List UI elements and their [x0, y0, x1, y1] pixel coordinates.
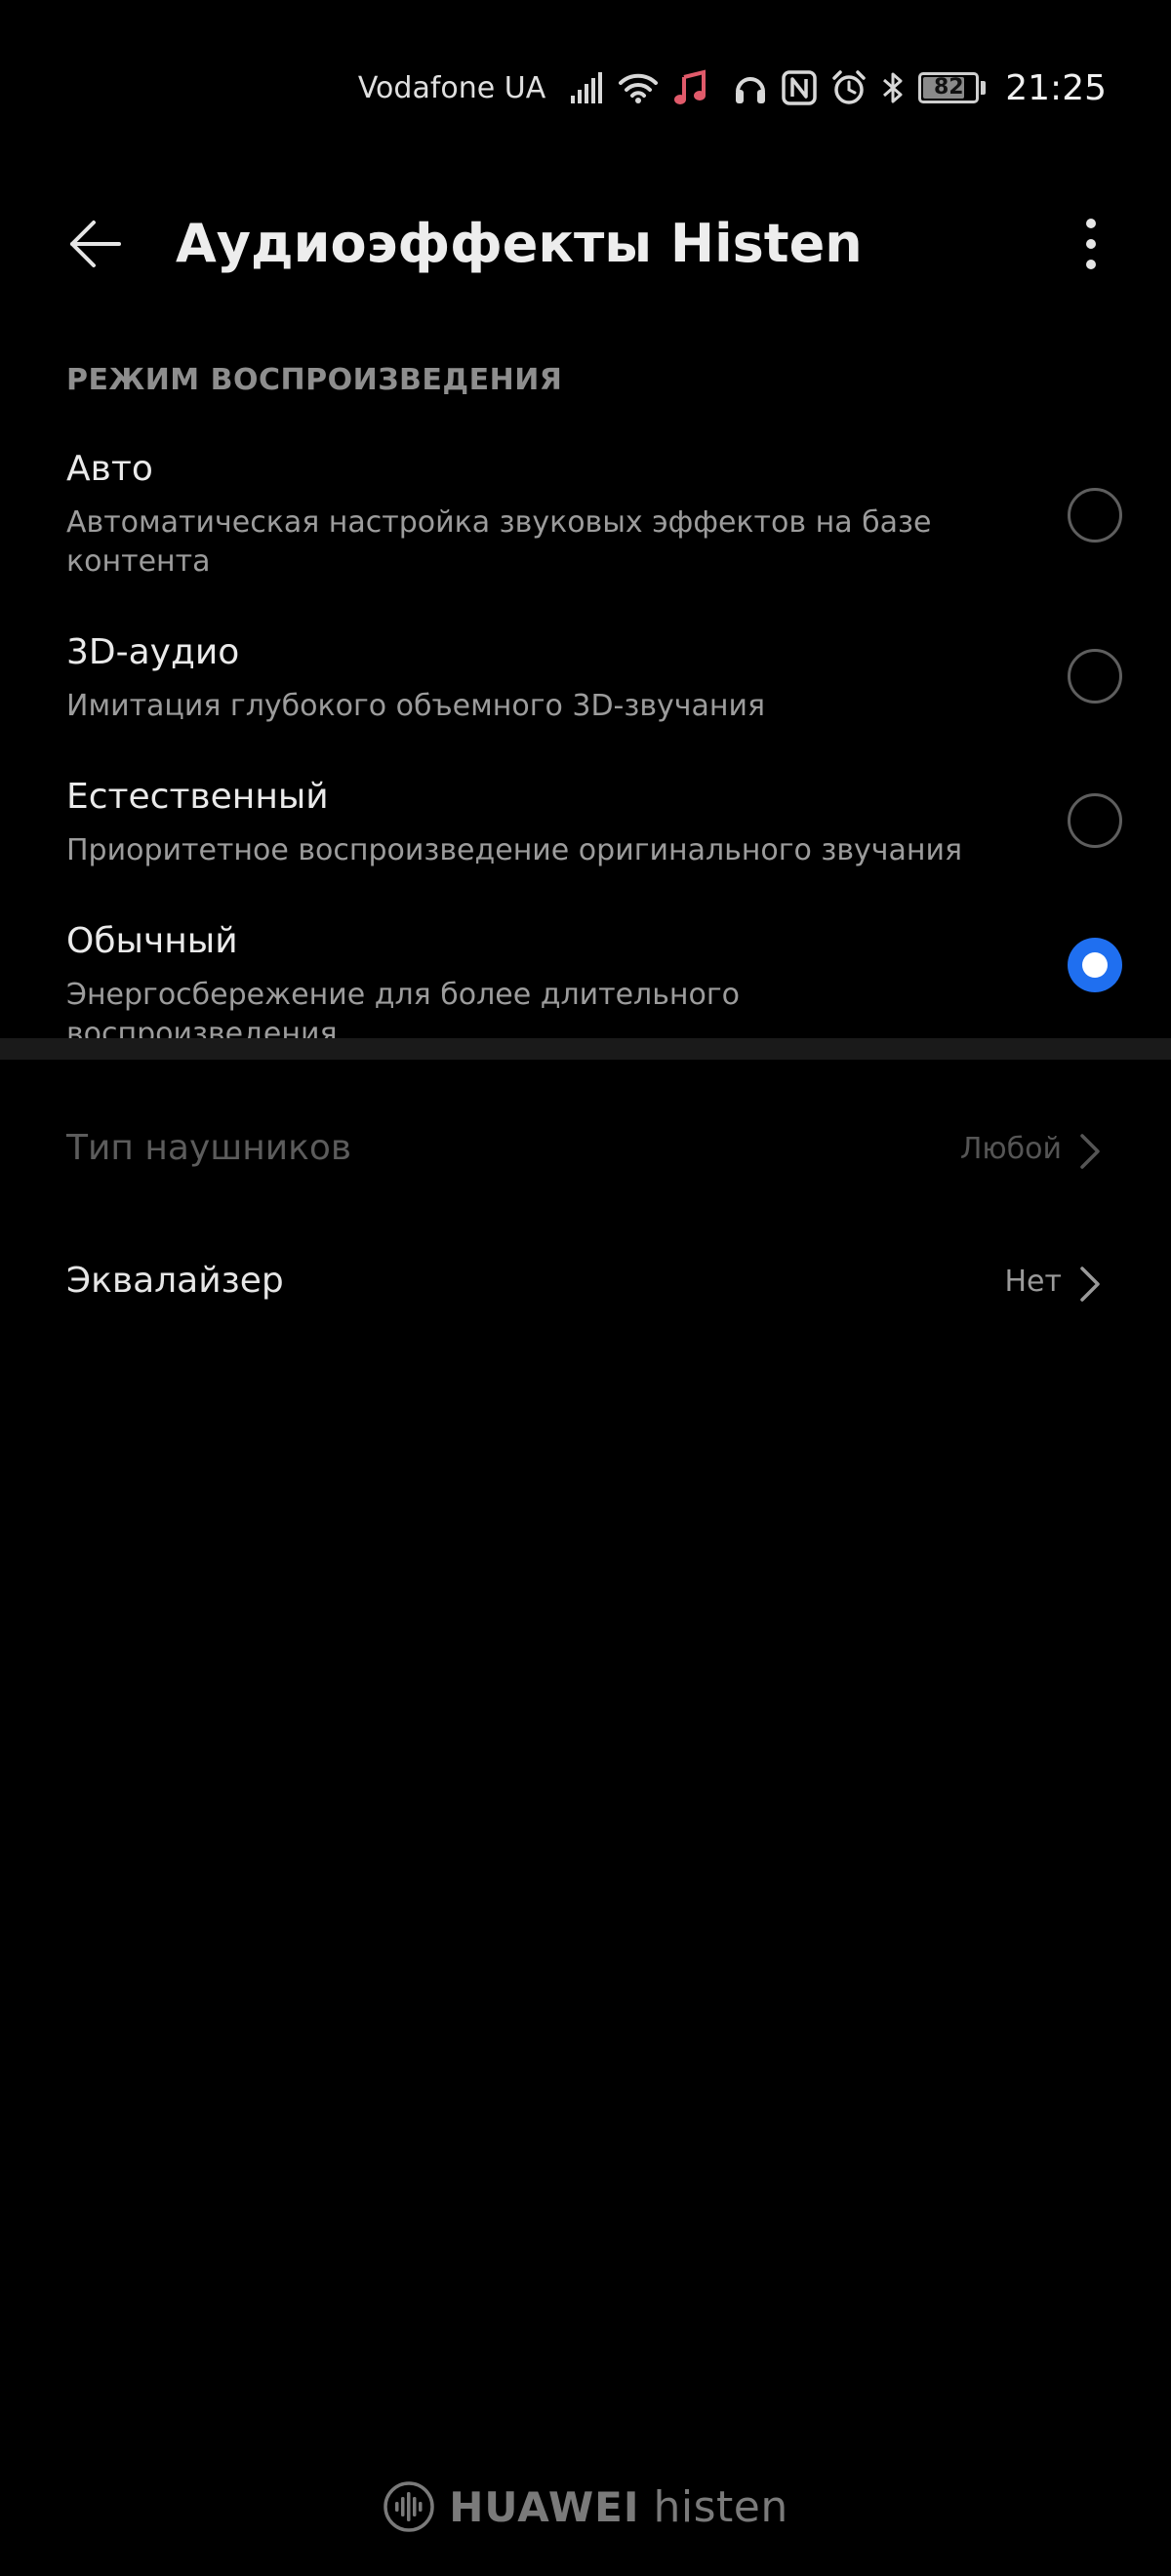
status-icons: Vodafone UA 82 21:25 [358, 60, 1107, 115]
chevron-right-icon [1075, 1265, 1105, 1304]
option-title: Обычный [66, 921, 238, 961]
radio-standard[interactable] [1068, 938, 1122, 992]
app-bar: Аудиоэффекты Histen [0, 176, 1171, 312]
back-button[interactable] [61, 209, 131, 279]
option-description: Приоритетное воспроизведение оригинально… [66, 833, 963, 867]
option-title: Авто [66, 449, 153, 489]
headphone-type-row[interactable]: Тип наушников Любой [0, 1099, 1171, 1206]
option-natural[interactable]: Естественный Приоритетное воспроизведени… [0, 777, 1171, 884]
headphone-type-value: Любой [959, 1132, 1062, 1166]
radio-3d-audio[interactable] [1068, 649, 1122, 704]
option-title: Естественный [66, 777, 329, 817]
equalizer-label: Эквалайзер [66, 1261, 284, 1301]
option-description: Имитация глубокого объемного 3D-звучания [66, 689, 766, 723]
option-standard[interactable]: Обычный Энергосбережение для более длите… [0, 921, 1171, 1051]
headphone-type-label: Тип наушников [66, 1128, 352, 1168]
huawei-histen-logo: HUAWEI histen [0, 2473, 1171, 2541]
carrier-name: Vodafone UA [357, 70, 546, 105]
option-auto[interactable]: Авто Автоматическая настройка звуковых э… [0, 449, 1171, 595]
battery-level: 82 [933, 75, 964, 100]
battery-icon: 82 [918, 66, 987, 109]
nfc-icon [782, 66, 817, 109]
wifi-icon [618, 66, 659, 109]
headphones-icon [733, 66, 768, 109]
option-description: Автоматическая настройка звуковых эффект… [66, 505, 932, 579]
signal-icon [569, 66, 604, 109]
music-note-icon [672, 66, 707, 109]
arrow-left-icon [70, 221, 121, 267]
bluetooth-icon [881, 66, 905, 109]
more-options-button[interactable] [1056, 205, 1126, 283]
page-title: Аудиоэффекты Histen [176, 213, 863, 274]
equalizer-value: Нет [1004, 1265, 1063, 1299]
chevron-right-icon [1075, 1132, 1105, 1171]
alarm-icon [830, 66, 868, 109]
section-divider [0, 1038, 1171, 1060]
battery-body: 82 [918, 72, 980, 103]
status-bar: Vodafone UA 82 21:25 [0, 0, 1171, 176]
option-3d-audio[interactable]: 3D-аудио Имитация глубокого объемного 3D… [0, 632, 1171, 740]
battery-tip [981, 81, 987, 95]
product-name: histen [653, 2481, 788, 2532]
clock: 21:25 [1005, 67, 1107, 108]
option-title: 3D-аудио [66, 632, 240, 672]
brand-name: HUAWEI [449, 2482, 640, 2531]
radio-natural[interactable] [1068, 793, 1122, 848]
histen-logo-icon [383, 2480, 435, 2533]
equalizer-row[interactable]: Эквалайзер Нет [0, 1231, 1171, 1339]
section-header-playback-mode: РЕЖИМ ВОСПРОИЗВЕДЕНИЯ [66, 363, 563, 397]
radio-auto[interactable] [1068, 488, 1122, 543]
more-vertical-icon [1086, 219, 1096, 269]
